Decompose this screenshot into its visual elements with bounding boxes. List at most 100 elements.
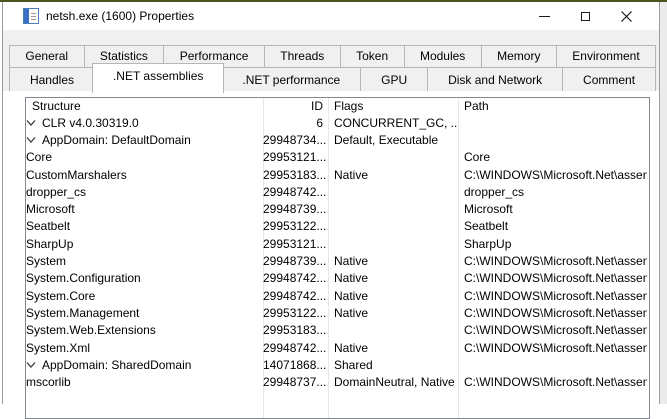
- tab-general[interactable]: General: [9, 45, 85, 67]
- flags-cell: Native: [334, 305, 369, 320]
- structure-label: Microsoft: [26, 202, 75, 217]
- tree-row-system-xml[interactable]: System.Xml 29948742... Native C:\WINDOWS\Mi…: [26, 339, 649, 356]
- tree-row-appdomain-shareddomain[interactable]: AppDomain: SharedDomain 14071868... Shared: [26, 356, 649, 373]
- tree-row-microsoft[interactable]: Microsoft 29948739... Microsoft: [26, 200, 649, 217]
- path-cell: C:\WINDOWS\Microsoft.Net\assembly: [464, 167, 647, 182]
- structure-label: Core: [26, 150, 53, 165]
- id-cell: 29948742...: [263, 184, 327, 199]
- structure-label: System.Web.Extensions: [26, 323, 156, 338]
- collapse-chevron-icon[interactable]: [26, 119, 36, 127]
- structure-label: CustomMarshalers: [26, 167, 127, 182]
- window-title: netsh.exe (1600) Properties: [46, 9, 195, 23]
- id-cell: 29948739...: [263, 202, 327, 217]
- dialog-body: General Statistics Performance Threads Token…: [3, 30, 659, 419]
- structure-cell: SharpUp: [26, 237, 263, 251]
- structure-label: System.Xml: [26, 340, 91, 355]
- structure-label: System.Management: [26, 305, 140, 320]
- path-cell: Seatbelt: [464, 219, 509, 234]
- structure-label: dropper_cs: [26, 184, 87, 199]
- path-cell: C:\WINDOWS\Microsoft.Net\assembly: [464, 375, 647, 390]
- flags-cell: CONCURRENT_GC, ...: [334, 115, 458, 130]
- app-icon: [23, 8, 39, 24]
- minimize-icon: [539, 15, 550, 17]
- id-cell: 29953121...: [263, 236, 327, 251]
- id-cell: 29953183...: [263, 167, 327, 182]
- structure-label: System: [26, 254, 67, 269]
- flags-cell: Native: [334, 340, 369, 355]
- id-cell: 14071868...: [263, 357, 327, 372]
- minimize-button[interactable]: [524, 2, 565, 30]
- structure-cell: CustomMarshalers: [26, 168, 263, 182]
- path-cell: SharpUp: [464, 236, 512, 251]
- structure-cell: CLR v4.0.30319.0: [26, 116, 263, 130]
- id-cell: 29953122...: [263, 305, 327, 320]
- structure-cell: System: [26, 254, 263, 268]
- tree-row-system-web-extensions[interactable]: System.Web.Extensions 29953183... C:\WINDO…: [26, 322, 649, 339]
- path-cell: Microsoft: [464, 202, 513, 217]
- net-assemblies-page: Structure ID Flags Path CLR v4.0.30319.0 6 CO…: [3, 91, 659, 419]
- list-header: Structure ID Flags Path: [26, 98, 649, 114]
- tab-gpu[interactable]: GPU: [360, 67, 429, 93]
- tab-disk-and-network[interactable]: Disk and Network: [427, 67, 564, 93]
- tree-row-sharpup[interactable]: SharpUp 29953121... SharpUp: [26, 235, 649, 252]
- structure-label: SharpUp: [26, 236, 74, 251]
- column-header-structure[interactable]: Structure: [26, 99, 263, 113]
- tab-modules[interactable]: Modules: [403, 45, 482, 67]
- assembly-tree-list[interactable]: Structure ID Flags Path CLR v4.0.30319.0 6 CO…: [25, 97, 650, 419]
- path-cell: C:\WINDOWS\Microsoft.Net\assembly: [464, 271, 647, 286]
- structure-label: AppDomain: SharedDomain: [42, 357, 192, 372]
- tab-environment[interactable]: Environment: [555, 45, 657, 67]
- id-cell: 29948737...: [263, 375, 327, 390]
- structure-label: AppDomain: DefaultDomain: [42, 132, 191, 147]
- maximize-button[interactable]: [565, 2, 606, 30]
- structure-cell: AppDomain: SharedDomain: [26, 358, 263, 372]
- properties-window: netsh.exe (1600) Properties General Stati…: [2, 2, 660, 419]
- tab-handles[interactable]: Handles: [9, 67, 95, 93]
- column-header-id[interactable]: ID: [263, 99, 328, 113]
- tree-row-system-core[interactable]: System.Core 29948742... Native C:\WINDOWS\M…: [26, 287, 649, 304]
- window-controls: [524, 2, 647, 30]
- tree-row-core[interactable]: Core 29953121... Core: [26, 149, 649, 166]
- flags-cell: Native: [334, 254, 369, 269]
- flags-cell: Shared: [334, 357, 373, 372]
- list-rows: CLR v4.0.30319.0 6 CONCURRENT_GC, ... AppDo…: [26, 114, 649, 391]
- tree-row-system-management[interactable]: System.Management 29953122... Native C:\WIN…: [26, 304, 649, 321]
- background-right-sliver: [660, 2, 667, 404]
- tree-row-clr-v4-0-30319-0[interactable]: CLR v4.0.30319.0 6 CONCURRENT_GC, ...: [26, 114, 649, 131]
- tab-memory[interactable]: Memory: [480, 45, 557, 67]
- tab-comment[interactable]: Comment: [562, 67, 657, 93]
- tree-row-custommarshalers[interactable]: CustomMarshalers 29953183... Native C:\WIND…: [26, 166, 649, 183]
- structure-cell: mscorlib: [26, 375, 263, 389]
- collapse-chevron-icon[interactable]: [26, 136, 36, 144]
- close-button[interactable]: [606, 2, 647, 30]
- collapse-chevron-icon[interactable]: [26, 361, 36, 369]
- path-cell: Core: [464, 150, 491, 165]
- tree-row-mscorlib[interactable]: mscorlib 29948737... DomainNeutral, Native…: [26, 373, 649, 390]
- tree-row-seatbelt[interactable]: Seatbelt 29953122... Seatbelt: [26, 218, 649, 235]
- id-cell: 29948734...: [263, 132, 327, 147]
- tree-row-system[interactable]: System 29948739... Native C:\WINDOWS\Micros…: [26, 252, 649, 269]
- tree-row-system-configuration[interactable]: System.Configuration 29948742... Native C:\…: [26, 270, 649, 287]
- title-bar: netsh.exe (1600) Properties: [3, 2, 659, 30]
- tree-row-dropper-cs[interactable]: dropper_cs 29948742... dropper_cs: [26, 183, 649, 200]
- structure-label: CLR v4.0.30319.0: [42, 115, 139, 130]
- tab-strip: General Statistics Performance Threads Token…: [9, 45, 657, 93]
- structure-label: System.Core: [26, 288, 96, 303]
- flags-cell: Native: [334, 271, 369, 286]
- tab-row-2: Handles .NET assemblies .NET performance GP…: [9, 63, 657, 93]
- tab-threads[interactable]: Threads: [263, 45, 341, 67]
- id-cell: 29948739...: [263, 254, 327, 269]
- tab-net-assemblies[interactable]: .NET assemblies: [91, 63, 225, 93]
- tab-net-performance[interactable]: .NET performance: [221, 67, 362, 93]
- id-cell: 29948742...: [263, 340, 327, 355]
- path-cell: C:\WINDOWS\Microsoft.Net\assembly: [464, 340, 647, 355]
- column-header-flags[interactable]: Flags: [328, 99, 458, 113]
- structure-label: Seatbelt: [26, 219, 71, 234]
- id-cell: 29948742...: [263, 288, 327, 303]
- column-header-path[interactable]: Path: [458, 99, 647, 113]
- flags-cell: Native: [334, 167, 369, 182]
- path-cell: C:\WINDOWS\Microsoft.Net\assembly: [464, 288, 647, 303]
- tree-row-appdomain-defaultdomain[interactable]: AppDomain: DefaultDomain 29948734... Defau…: [26, 131, 649, 148]
- tab-token[interactable]: Token: [339, 45, 405, 67]
- path-cell: C:\WINDOWS\Microsoft.Net\assembly: [464, 254, 647, 269]
